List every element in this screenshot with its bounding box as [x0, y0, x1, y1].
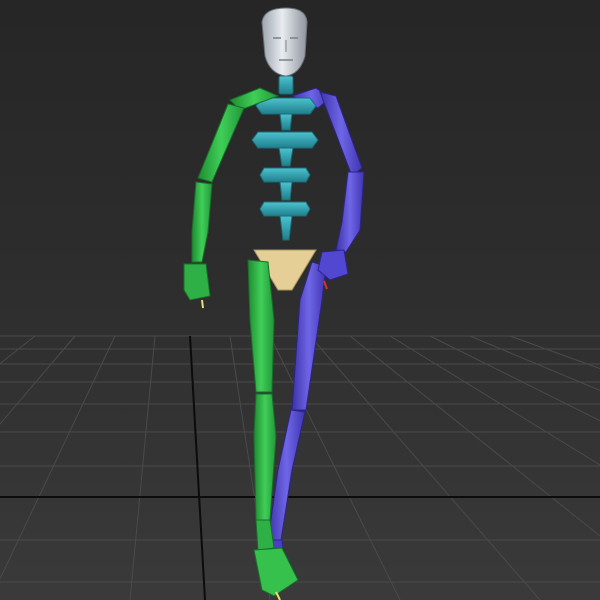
left-finger-marker	[201, 299, 204, 309]
left-upper-arm[interactable]	[197, 103, 245, 183]
spine-link-2[interactable]	[278, 147, 294, 167]
left-calf[interactable]	[253, 393, 277, 521]
head-mesh[interactable]	[261, 7, 308, 77]
spine-segment-2[interactable]	[251, 131, 319, 149]
spine-link-4[interactable]	[279, 215, 293, 241]
left-thigh[interactable]	[247, 259, 275, 393]
right-finger-marker	[323, 280, 328, 290]
left-foot[interactable]	[253, 547, 299, 597]
right-upper-arm[interactable]	[319, 91, 363, 177]
left-hand[interactable]	[183, 263, 211, 301]
neck[interactable]	[278, 75, 294, 95]
left-forearm[interactable]	[191, 181, 213, 263]
viewport-scene	[0, 7, 600, 600]
spine-segment-4[interactable]	[259, 201, 311, 217]
head[interactable]	[261, 7, 308, 77]
right-forearm[interactable]	[335, 171, 365, 253]
spine-link-3[interactable]	[279, 181, 293, 201]
spine-link-1[interactable]	[279, 113, 293, 131]
biped-character[interactable]	[183, 7, 365, 600]
axis-line-vertical	[189, 335, 206, 600]
3d-viewport[interactable]	[0, 0, 600, 600]
spine-segment-3[interactable]	[259, 167, 311, 183]
